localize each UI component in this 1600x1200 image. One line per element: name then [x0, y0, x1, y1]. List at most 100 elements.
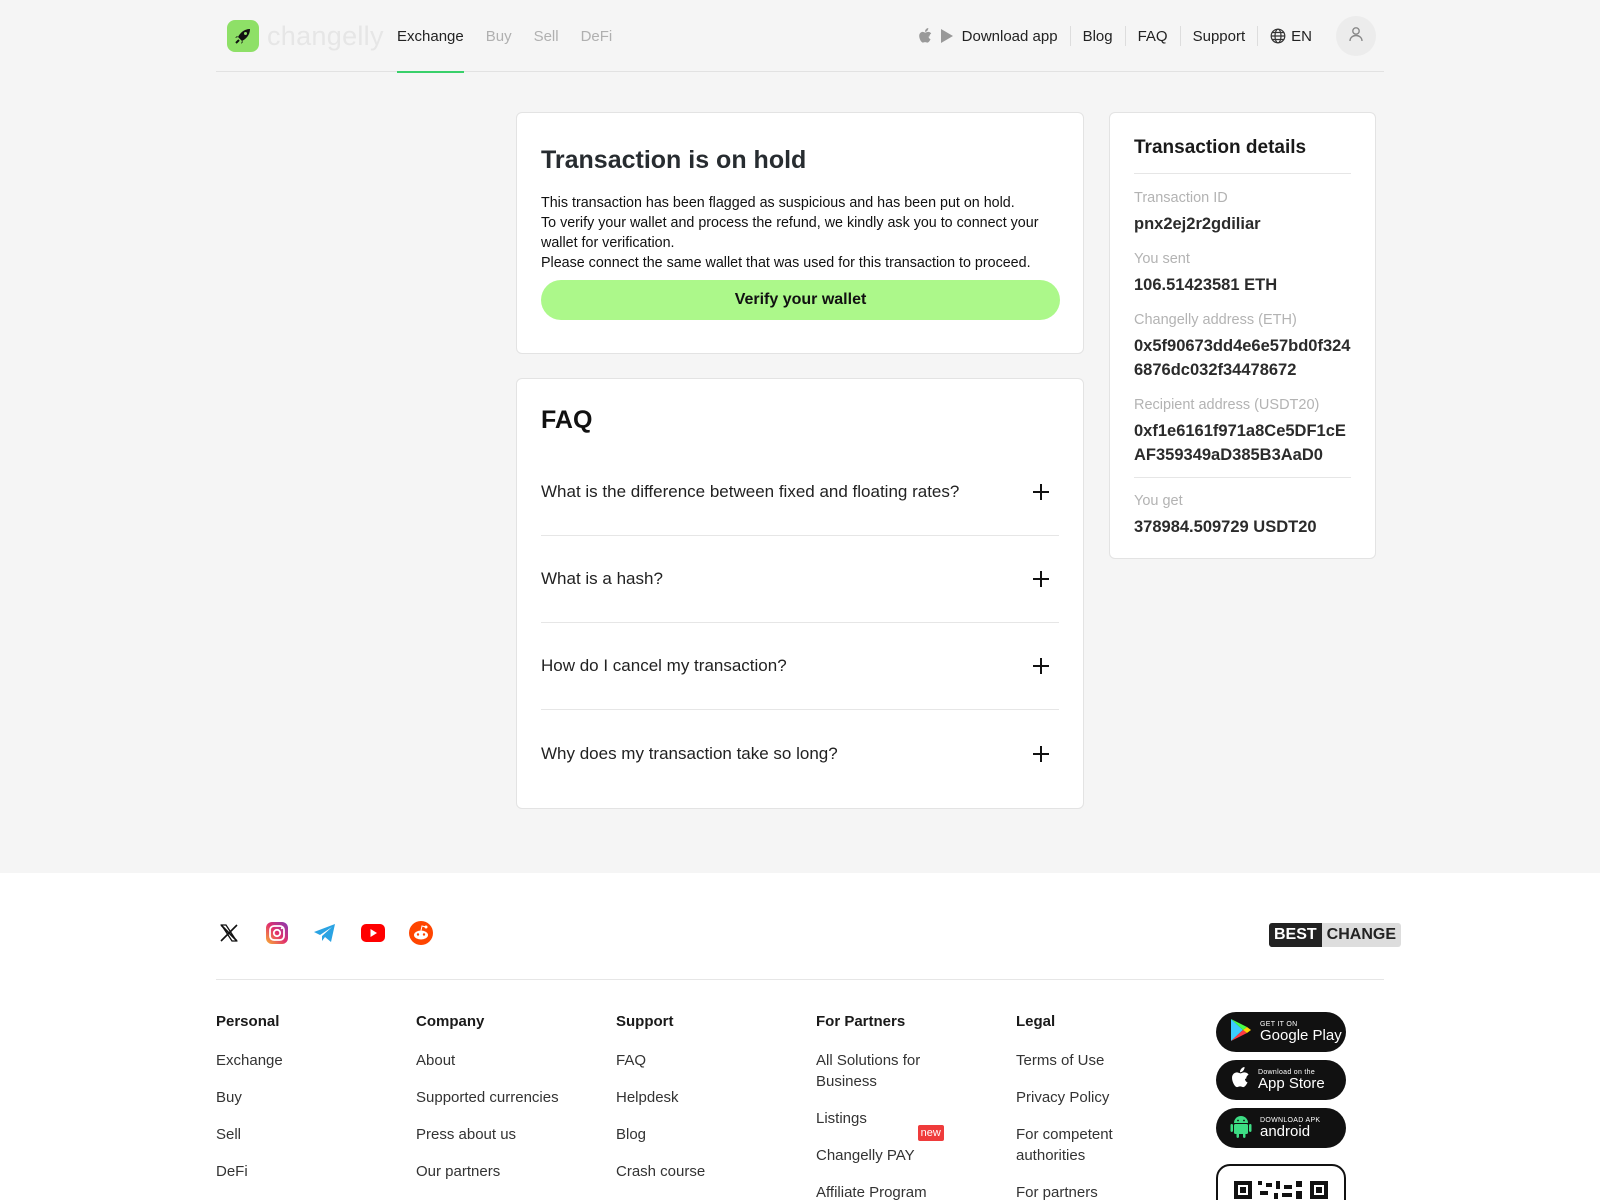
top-header: changelly Exchange Buy Sell DeFi Downloa… — [216, 0, 1384, 73]
footer-link-affiliate[interactable]: Affiliate Program — [816, 1182, 966, 1200]
footer-col-legal: Legal Terms of Use Privacy Policy For co… — [1016, 1013, 1156, 1200]
footer-link-business-solutions[interactable]: All Solutions for Business — [816, 1050, 966, 1092]
nav-buy[interactable]: Buy — [486, 0, 512, 72]
footer-link-changelly-pay[interactable]: Changelly PAY new — [816, 1125, 966, 1166]
footer-col-title: Personal — [216, 1013, 280, 1030]
social-links — [216, 920, 456, 946]
sent-label: You sent — [1134, 251, 1190, 267]
nav-sell[interactable]: Sell — [534, 0, 559, 72]
nav-defi[interactable]: DeFi — [581, 0, 613, 72]
footer-link-defi[interactable]: DeFi — [216, 1161, 396, 1182]
google-play-text: GET IT ON Google Play — [1260, 1021, 1342, 1044]
footer-link-press[interactable]: Press about us — [416, 1124, 596, 1145]
footer-col-partners: For Partners All Solutions for Business … — [816, 1013, 966, 1200]
footer-col-title: For Partners — [816, 1013, 906, 1030]
language-label: EN — [1291, 27, 1312, 45]
download-app-link[interactable]: Download app — [906, 26, 1070, 46]
verify-wallet-button[interactable]: Verify your wallet — [541, 280, 1060, 320]
new-badge: new — [917, 1125, 944, 1141]
app-store-button[interactable]: Download on the App Store — [1216, 1060, 1346, 1100]
user-icon — [1347, 25, 1365, 48]
logo-text: changelly — [267, 20, 384, 51]
transaction-on-hold-card: Transaction is on hold This transaction … — [516, 112, 1084, 354]
logo[interactable]: changelly — [227, 20, 384, 52]
footer-link-faq[interactable]: FAQ — [616, 1050, 796, 1071]
footer-col-title: Support — [616, 1013, 674, 1030]
footer-col-title: Company — [416, 1013, 485, 1030]
changelly-address-value: 0x5f90673dd4e6e57bd0f3246876dc032f344786… — [1134, 337, 1351, 379]
details-divider — [1134, 477, 1351, 478]
apple-icon — [1230, 1066, 1250, 1094]
faq-card: FAQ What is the difference between fixed… — [516, 378, 1084, 809]
main-nav: Exchange Buy Sell DeFi — [397, 0, 634, 73]
footer-link-sell[interactable]: Sell — [216, 1124, 396, 1145]
footer-link-crash-course[interactable]: Crash course — [616, 1161, 796, 1182]
footer-col-support: Support FAQ Helpdesk Blog Crash course — [616, 1013, 796, 1198]
app-store-big: App Store — [1258, 1074, 1325, 1092]
footer-link-buy[interactable]: Buy — [216, 1087, 396, 1108]
footer-link-for-partners[interactable]: For partners — [1016, 1182, 1156, 1200]
recipient-address-label: Recipient address (USDT20) — [1134, 397, 1320, 413]
transaction-id-value: pnx2ej2r2gdiliar — [1134, 215, 1261, 233]
bestchange-part-b: CHANGE — [1321, 923, 1402, 947]
footer-link-our-partners[interactable]: Our partners — [416, 1161, 596, 1182]
faq-list: What is the difference between fixed and… — [541, 449, 1059, 797]
bestchange-part-a: BEST — [1269, 923, 1322, 947]
blog-link[interactable]: Blog — [1069, 26, 1125, 46]
footer-divider — [216, 979, 1384, 980]
x-icon[interactable] — [216, 920, 242, 946]
transaction-id-label: Transaction ID — [1134, 190, 1228, 206]
google-play-button[interactable]: GET IT ON Google Play — [1216, 1012, 1346, 1052]
footer: BEST CHANGE Personal Exchange Buy Sell D… — [0, 873, 1600, 1200]
footer-col-personal: Personal Exchange Buy Sell DeFi — [216, 1013, 396, 1198]
plus-icon — [1031, 656, 1051, 676]
footer-link-supported-currencies[interactable]: Supported currencies — [416, 1087, 596, 1108]
google-play-big: Google Play — [1260, 1026, 1342, 1044]
footer-link-about[interactable]: About — [416, 1050, 596, 1071]
footer-link-privacy[interactable]: Privacy Policy — [1016, 1087, 1156, 1108]
youtube-icon[interactable] — [360, 920, 386, 946]
hold-title: Transaction is on hold — [541, 146, 807, 174]
hold-message: This transaction has been flagged as sus… — [541, 195, 1039, 271]
faq-title: FAQ — [541, 406, 593, 434]
android-apk-button[interactable]: DOWNLOAD APK android — [1216, 1108, 1346, 1148]
get-label: You get — [1134, 493, 1183, 509]
sent-value: 106.51423581 ETH — [1134, 276, 1278, 294]
footer-link-authorities[interactable]: For competent authorities — [1016, 1124, 1156, 1166]
faq-question: Why does my transaction take so long? — [541, 743, 838, 763]
footer-link-exchange[interactable]: Exchange — [216, 1050, 396, 1071]
changelly-address-label: Changelly address (ETH) — [1134, 312, 1297, 328]
language-selector[interactable]: EN — [1257, 26, 1324, 46]
faq-link[interactable]: FAQ — [1124, 26, 1180, 46]
faq-question: How do I cancel my transaction? — [541, 656, 787, 675]
globe-icon — [1270, 28, 1286, 44]
faq-question: What is a hash? — [541, 569, 663, 588]
android-icon — [1230, 1114, 1252, 1143]
telegram-icon[interactable] — [312, 920, 338, 946]
footer-link-blog[interactable]: Blog — [616, 1124, 796, 1145]
details-title: Transaction details — [1134, 137, 1351, 174]
download-app-label: Download app — [961, 27, 1058, 45]
google-play-icon — [1230, 1018, 1252, 1047]
support-link[interactable]: Support — [1179, 26, 1258, 46]
plus-icon — [1031, 569, 1051, 589]
transaction-details-card: Transaction details Transaction ID pnx2e… — [1109, 112, 1376, 559]
faq-item-long[interactable]: Why does my transaction take so long? — [541, 710, 1059, 797]
faq-item-hash[interactable]: What is a hash? — [541, 536, 1059, 623]
nav-exchange[interactable]: Exchange — [397, 0, 464, 73]
plus-icon — [1031, 744, 1051, 764]
faq-item-fixed-floating[interactable]: What is the difference between fixed and… — [541, 449, 1059, 536]
footer-link-terms[interactable]: Terms of Use — [1016, 1050, 1156, 1071]
google-play-icon — [940, 29, 953, 43]
user-account-button[interactable] — [1336, 16, 1376, 56]
reddit-icon[interactable] — [408, 920, 434, 946]
faq-item-cancel[interactable]: How do I cancel my transaction? — [541, 623, 1059, 710]
apple-icon — [918, 28, 932, 44]
plus-icon — [1031, 482, 1051, 502]
get-value: 378984.509729 USDT20 — [1134, 518, 1317, 536]
bestchange-badge[interactable]: BEST CHANGE — [1269, 923, 1402, 947]
footer-link-helpdesk[interactable]: Helpdesk — [616, 1087, 796, 1108]
instagram-icon[interactable] — [264, 920, 290, 946]
qr-code — [1216, 1164, 1346, 1200]
faq-question: What is the difference between fixed and… — [541, 482, 960, 501]
